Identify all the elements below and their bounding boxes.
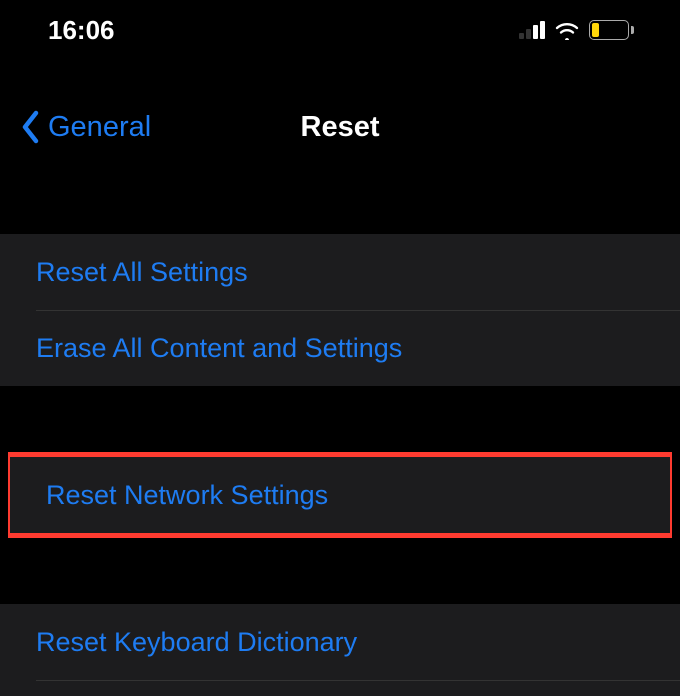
- row-reset-all-settings[interactable]: Reset All Settings: [0, 234, 680, 310]
- section-gap: [0, 538, 680, 604]
- row-reset-keyboard-dictionary[interactable]: Reset Keyboard Dictionary: [0, 604, 680, 680]
- reset-list-2: Reset Network Settings: [10, 457, 670, 533]
- chevron-left-icon: [20, 110, 42, 144]
- section-gap: [0, 174, 680, 234]
- row-erase-all-content[interactable]: Erase All Content and Settings: [0, 310, 680, 386]
- highlight-box: Reset Network Settings: [8, 452, 672, 538]
- row-label: Erase All Content and Settings: [36, 333, 402, 364]
- row-reset-home-screen-layout[interactable]: Reset Home Screen Layout: [0, 680, 680, 696]
- status-bar: 16:06: [0, 0, 680, 60]
- row-label: Reset Keyboard Dictionary: [36, 627, 357, 658]
- reset-list-1: Reset All Settings Erase All Content and…: [0, 234, 680, 386]
- wifi-icon: [553, 20, 581, 40]
- row-label: Reset All Settings: [36, 257, 248, 288]
- settings-reset-screen: 16:06 General: [0, 0, 680, 696]
- spacer: [0, 60, 680, 80]
- row-label: Reset Network Settings: [46, 480, 328, 511]
- status-time: 16:06: [48, 15, 115, 46]
- reset-list-3: Reset Keyboard Dictionary Reset Home Scr…: [0, 604, 680, 696]
- section-gap: [0, 386, 680, 452]
- status-indicators: [519, 20, 634, 40]
- row-reset-network-settings[interactable]: Reset Network Settings: [10, 457, 670, 533]
- back-label: General: [48, 111, 151, 144]
- navigation-bar: General Reset: [0, 80, 680, 174]
- back-button[interactable]: General: [0, 110, 151, 144]
- cellular-signal-icon: [519, 21, 545, 39]
- page-title: Reset: [301, 111, 380, 144]
- battery-icon: [589, 20, 634, 40]
